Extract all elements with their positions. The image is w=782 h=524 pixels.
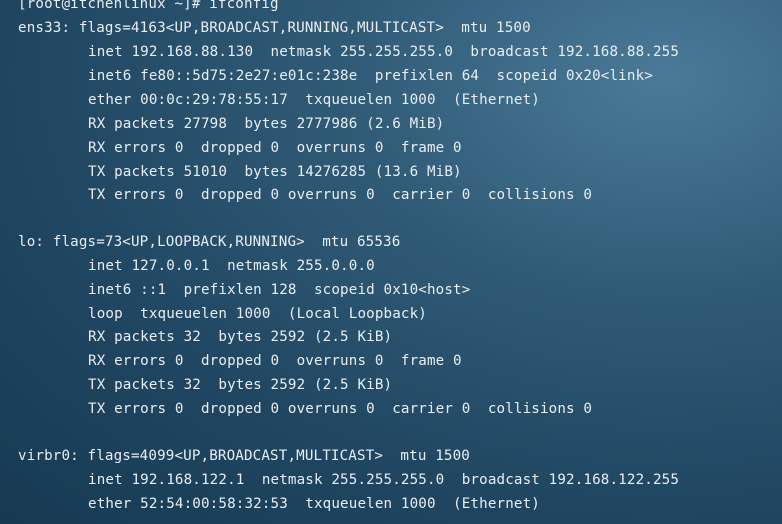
interface-line: RX errors 0 dropped 0 overruns 0 frame 0 [88,353,462,369]
interface-line: inet 127.0.0.1 netmask 255.0.0.0 [88,258,375,274]
interface-header-ens33: ens33: flags=4163<UP,BROADCAST,RUNNING,M… [18,20,531,36]
interface-line: inet 192.168.88.130 netmask 255.255.255.… [88,44,680,60]
interface-line: RX packets 27798 bytes 2777986 (2.6 MiB) [88,116,445,132]
interface-line: inet6 ::1 prefixlen 128 scopeid 0x10<hos… [88,282,471,298]
command-prompt: [root@itchenlinux ~]# ifconfig [18,0,279,12]
interface-line: RX errors 0 dropped 0 overruns 0 frame 0 [88,140,462,156]
interface-line: inet6 fe80::5d75:2e27:e01c:238e prefixle… [88,68,653,84]
interface-line: RX packets 32 bytes 2592 (2.5 KiB) [88,329,393,345]
interface-header-lo: lo: flags=73<UP,LOOPBACK,RUNNING> mtu 65… [18,234,401,250]
interface-line: ether 00:0c:29:78:55:17 txqueuelen 1000 … [88,92,540,108]
interface-line: TX packets 32 bytes 2592 (2.5 KiB) [88,377,393,393]
interface-line: TX packets 51010 bytes 14276285 (13.6 Mi… [88,164,462,180]
interface-line: TX errors 0 dropped 0 overruns 0 carrier… [88,401,593,417]
terminal-output[interactable]: [root@itchenlinux ~]# ifconfig ens33: fl… [0,0,782,524]
interface-line: ether 52:54:00:58:32:53 txqueuelen 1000 … [88,496,540,512]
interface-line: inet 192.168.122.1 netmask 255.255.255.0… [88,472,680,488]
interface-header-virbr0: virbr0: flags=4099<UP,BROADCAST,MULTICAS… [18,448,470,464]
interface-line: loop txqueuelen 1000 (Local Loopback) [88,306,427,322]
interface-line: TX errors 0 dropped 0 overruns 0 carrier… [88,187,593,203]
